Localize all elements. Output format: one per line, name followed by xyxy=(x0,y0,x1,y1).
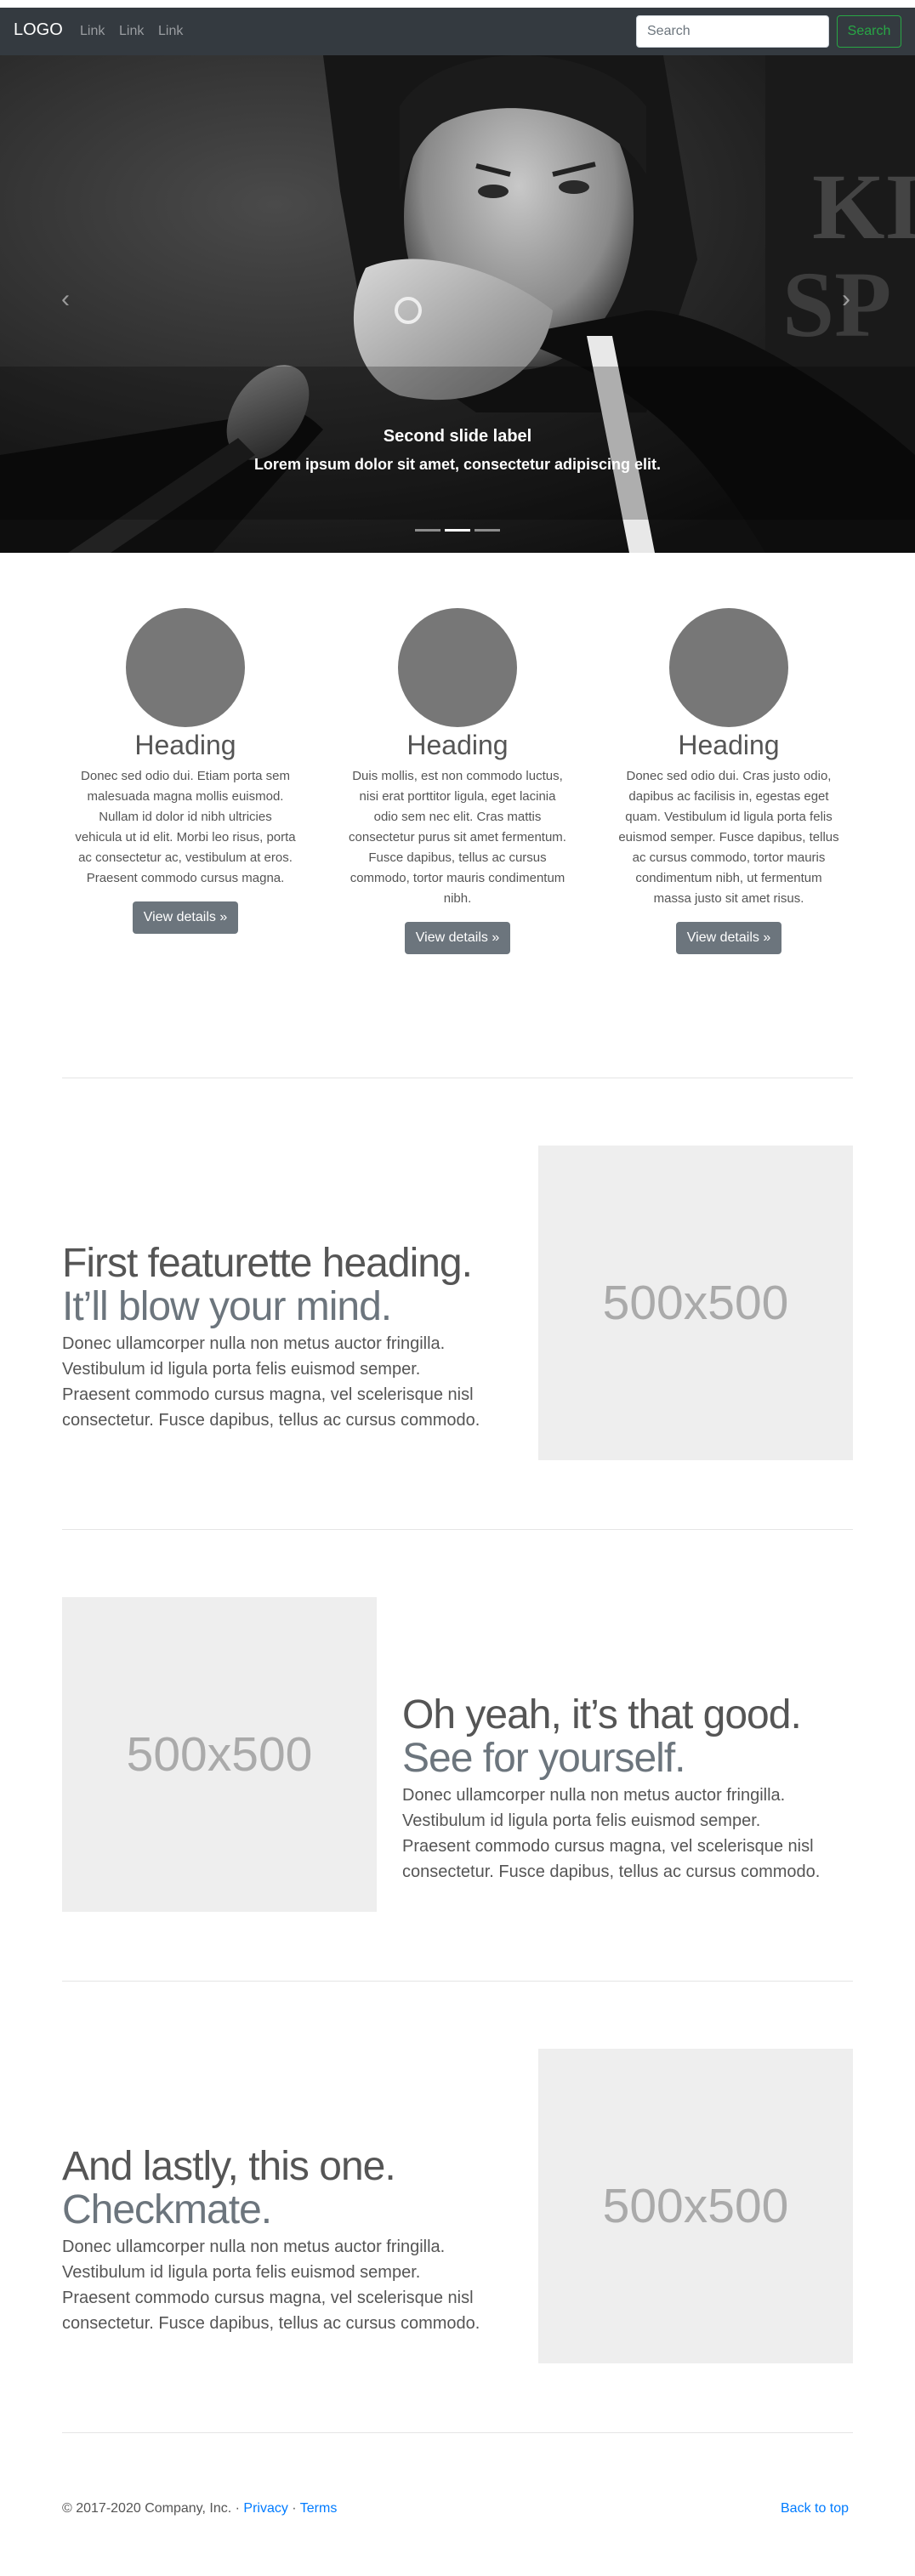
marketing-column-3: Heading Donec sed odio dui. Cras justo o… xyxy=(617,608,840,954)
caption-text: Lorem ipsum dolor sit amet, consectetur … xyxy=(253,456,662,473)
featurette-heading: First featurette heading. It’ll blow your… xyxy=(62,1241,473,1329)
svg-text:KI: KI xyxy=(812,155,915,259)
featurette-1-text: First featurette heading. It’ll blow your… xyxy=(62,1242,487,1433)
search-button[interactable]: Search xyxy=(837,15,901,48)
nav-link-2[interactable]: Link xyxy=(119,24,144,39)
featurette-divider xyxy=(62,1981,853,1982)
view-details-button[interactable]: View details » xyxy=(404,922,511,954)
carousel-next-icon[interactable]: › xyxy=(842,287,850,312)
column-heading: Heading xyxy=(678,730,780,760)
brand-logo[interactable]: LOGO xyxy=(14,20,63,40)
column-heading: Heading xyxy=(134,730,236,760)
terms-link[interactable]: Terms xyxy=(300,2501,338,2516)
featurette-2-text: Oh yeah, it’s that good. See for yourself… xyxy=(402,1693,827,1885)
top-strip xyxy=(0,0,915,8)
slide-photo: KI SP xyxy=(0,55,915,553)
privacy-link[interactable]: Privacy xyxy=(243,2501,287,2516)
view-details-button[interactable]: View details » xyxy=(675,922,782,954)
featurette-1-image-placeholder: 500x500 xyxy=(538,1146,853,1460)
caption-label: Second slide label xyxy=(383,427,532,446)
nav-link-3[interactable]: Link xyxy=(158,24,183,39)
nav-link-1[interactable]: Link xyxy=(80,24,105,39)
column-text: Duis mollis, est non commodo luctus, nis… xyxy=(349,769,566,906)
column-image-placeholder xyxy=(398,608,517,727)
back-to-top-link[interactable]: Back to top xyxy=(781,2501,849,2516)
featurette-heading: And lastly, this one. Checkmate. xyxy=(62,2144,396,2232)
featurette-3-image-placeholder: 500x500 xyxy=(538,2049,853,2363)
column-image-placeholder xyxy=(126,608,245,727)
view-details-button[interactable]: View details » xyxy=(132,901,239,934)
svg-text:SP: SP xyxy=(782,253,891,356)
featurette-divider xyxy=(62,1529,853,1530)
column-image-placeholder xyxy=(669,608,788,727)
featurette-3-text: And lastly, this one. Checkmate. Donec ul… xyxy=(62,2145,487,2336)
carousel-prev-icon[interactable]: ‹ xyxy=(61,287,70,312)
carousel-indicator-2[interactable] xyxy=(445,529,470,532)
featurette-lead: Donec ullamcorper nulla non metus auctor… xyxy=(62,2238,480,2333)
carousel-indicator-3[interactable] xyxy=(475,529,500,532)
marketing-column-1: Heading Donec sed odio dui. Etiam porta … xyxy=(74,608,297,934)
column-text: Donec sed odio dui. Cras justo odio, dap… xyxy=(618,769,839,906)
marketing-column-2: Heading Duis mollis, est non commodo luc… xyxy=(346,608,569,954)
featurette-lead: Donec ullamcorper nulla non metus auctor… xyxy=(402,1786,821,1881)
hero-carousel: KI SP ‹ › Second slide label Lorem ipsum… xyxy=(0,55,915,553)
featurette-2-image-placeholder: 500x500 xyxy=(62,1597,377,1912)
featurette-heading: Oh yeah, it’s that good. See for yourself… xyxy=(402,1692,802,1781)
navbar: LOGO Link Link Link Search xyxy=(0,8,915,55)
footer-copyright: © 2017-2020 Company, Inc. · Privacy · Te… xyxy=(62,2501,338,2516)
featurette-divider xyxy=(62,2432,853,2433)
featurette-lead: Donec ullamcorper nulla non metus auctor… xyxy=(62,1334,480,1430)
column-heading: Heading xyxy=(406,730,509,760)
carousel-indicator-1[interactable] xyxy=(415,529,440,532)
column-text: Donec sed odio dui. Etiam porta sem male… xyxy=(75,769,296,885)
search-input[interactable] xyxy=(636,15,829,48)
